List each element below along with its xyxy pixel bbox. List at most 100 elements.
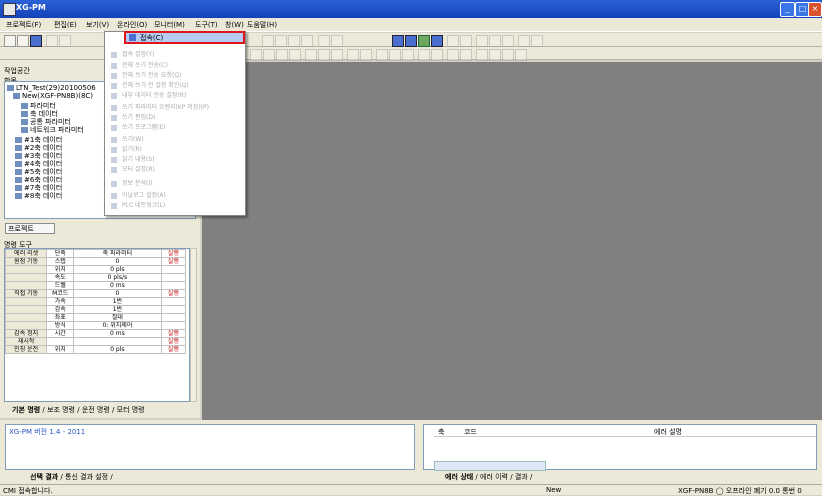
options-scrollbar[interactable] xyxy=(190,248,197,402)
monitor-icon[interactable] xyxy=(318,35,330,47)
tab-motor-command[interactable]: 모터 명령 xyxy=(117,406,145,414)
tab-aux-command[interactable]: 보조 명령 xyxy=(47,406,75,414)
axis-2-icon[interactable] xyxy=(263,49,275,61)
table-icon[interactable] xyxy=(502,35,514,47)
home-icon[interactable] xyxy=(347,49,359,61)
axis-4-icon[interactable] xyxy=(289,49,301,61)
grid-cell[interactable] xyxy=(73,337,162,346)
axis-3-icon[interactable] xyxy=(276,49,288,61)
save-icon[interactable] xyxy=(30,35,42,47)
menu-item[interactable]: 전체 쓰기 전 설정 확인(Q) xyxy=(108,80,243,90)
grid-cell[interactable]: 0: 위치제어 xyxy=(73,321,162,330)
menu-item[interactable]: PLC 네트워크(L) xyxy=(108,200,243,210)
menu-window[interactable]: 창(W) xyxy=(225,20,244,30)
grid-cell[interactable]: 1번 xyxy=(73,297,162,306)
grid-cell[interactable]: 0 ms xyxy=(73,281,162,290)
menu-item[interactable]: 쓰기 프로그램(E) xyxy=(108,122,243,132)
grid-cell[interactable]: 0 ms xyxy=(73,329,162,338)
menu-help[interactable]: 도움말(H) xyxy=(247,20,277,30)
menu-item[interactable]: 모터 설정(R) xyxy=(108,164,243,174)
position-icon[interactable] xyxy=(431,49,443,61)
disconnect-icon[interactable] xyxy=(275,35,287,47)
tree-item-project[interactable]: LTN_Test(29)20100506 xyxy=(7,84,96,92)
menu-item[interactable]: 읽기 내용(S) xyxy=(108,154,243,164)
tab-basic-command[interactable]: 기본 명령 xyxy=(12,406,40,414)
grid-cell[interactable]: 0 xyxy=(73,257,162,266)
new-file-icon[interactable] xyxy=(4,35,16,47)
origin-icon[interactable] xyxy=(305,49,317,61)
menu-item[interactable]: 쓰기 파라미터 오렌지(KP 저장)(P) xyxy=(108,102,243,112)
trace-icon[interactable] xyxy=(447,49,459,61)
project-tab-button[interactable]: 프로젝트 xyxy=(5,223,55,234)
menu-item-connect[interactable]: 접속(C) xyxy=(124,31,245,44)
execute-button[interactable]: 실행 xyxy=(160,289,187,298)
close-button[interactable]: × xyxy=(808,2,822,17)
tab-run-command[interactable]: 운전 명령 xyxy=(82,406,110,414)
print-icon[interactable] xyxy=(46,35,58,47)
stop-axis-icon[interactable] xyxy=(402,49,414,61)
menu-item[interactable]: 전체 쓰기 전송 요청(Q) xyxy=(108,70,243,80)
pause-icon[interactable] xyxy=(389,49,401,61)
menu-item[interactable]: 정보 분석(I) xyxy=(108,178,243,188)
window-cascade-icon[interactable] xyxy=(405,35,417,47)
menu-monitor[interactable]: 모니터(M) xyxy=(154,20,185,30)
menu-item[interactable]: 쓰기(W) xyxy=(108,134,243,144)
grid-cell[interactable]: 0 pls/s xyxy=(73,273,162,282)
minimize-button[interactable]: _ xyxy=(780,2,795,17)
execute-button[interactable]: 실행 xyxy=(160,257,187,266)
tree-item[interactable]: #8축 데이터 xyxy=(15,191,62,201)
execute-button[interactable]: 실행 xyxy=(160,329,187,338)
execute-button[interactable]: 실행 xyxy=(160,345,187,354)
grid-cell[interactable]: 1번 xyxy=(73,305,162,314)
io-icon[interactable] xyxy=(476,49,488,61)
run-icon[interactable] xyxy=(376,49,388,61)
tab-comm-setting[interactable]: 통신 결과 설정 xyxy=(65,473,108,481)
grid-cell[interactable]: 절대 xyxy=(73,313,162,322)
flash-icon[interactable] xyxy=(489,49,501,61)
help-icon[interactable] xyxy=(518,35,530,47)
zoom-in-icon[interactable] xyxy=(447,35,459,47)
menu-view[interactable]: 보기(V) xyxy=(86,20,109,30)
grid-cell[interactable]: 0 xyxy=(73,289,162,298)
zoom-out-icon[interactable] xyxy=(460,35,472,47)
info-icon[interactable] xyxy=(531,35,543,47)
cam-icon[interactable] xyxy=(515,49,527,61)
menu-item[interactable]: 내부 데이터 전송 설정(R) xyxy=(108,90,243,100)
window-close-icon[interactable] xyxy=(431,35,443,47)
menu-online[interactable]: 온라인(O) xyxy=(117,20,147,30)
read-icon[interactable] xyxy=(288,35,300,47)
execute-button[interactable]: 실행 xyxy=(160,337,187,346)
stop-icon[interactable] xyxy=(331,35,343,47)
tree-item-module[interactable]: New(XGF-PN8B)(8C) xyxy=(13,92,93,100)
menu-tools[interactable]: 도구(T) xyxy=(195,20,218,30)
tab-error-history[interactable]: 에러 이력 xyxy=(480,473,508,481)
write-icon[interactable] xyxy=(301,35,313,47)
settings-icon[interactable] xyxy=(476,35,488,47)
cut-icon[interactable] xyxy=(59,35,71,47)
grid-cell[interactable]: 축 파라미터 xyxy=(73,249,162,258)
tab-error-status[interactable]: 에러 상태 xyxy=(445,473,473,481)
axis-1-icon[interactable] xyxy=(250,49,262,61)
menu-item[interactable]: 쓰기 편집(D) xyxy=(108,112,243,122)
tree-item[interactable]: 네트워크 파라미터 xyxy=(21,125,84,135)
menu-edit[interactable]: 편집(E) xyxy=(54,20,77,30)
menu-item[interactable]: 아날로그 설정(A) xyxy=(108,190,243,200)
graph-icon[interactable] xyxy=(460,49,472,61)
window-tile-icon[interactable] xyxy=(392,35,404,47)
chart-icon[interactable] xyxy=(489,35,501,47)
window-arrange-icon[interactable] xyxy=(418,35,430,47)
tab-selection-result[interactable]: 선택 결과 xyxy=(30,473,58,481)
grid-cell[interactable]: 0 pls xyxy=(73,265,162,274)
jog-icon[interactable] xyxy=(318,49,330,61)
execute-button[interactable]: 실행 xyxy=(160,249,187,258)
menu-item[interactable]: 전체 쓰기 전송(C) xyxy=(108,60,243,70)
reset-icon[interactable] xyxy=(360,49,372,61)
error-hscroll[interactable] xyxy=(434,461,546,471)
speed-icon[interactable] xyxy=(418,49,430,61)
open-folder-icon[interactable] xyxy=(17,35,29,47)
grid-cell[interactable]: 0 pls xyxy=(73,345,162,354)
tab-result[interactable]: 결과 xyxy=(515,473,528,481)
menu-item[interactable]: 접속 설정(Y) xyxy=(108,49,243,59)
menu-project[interactable]: 프로젝트(F) xyxy=(6,20,41,30)
inching-icon[interactable] xyxy=(331,49,343,61)
